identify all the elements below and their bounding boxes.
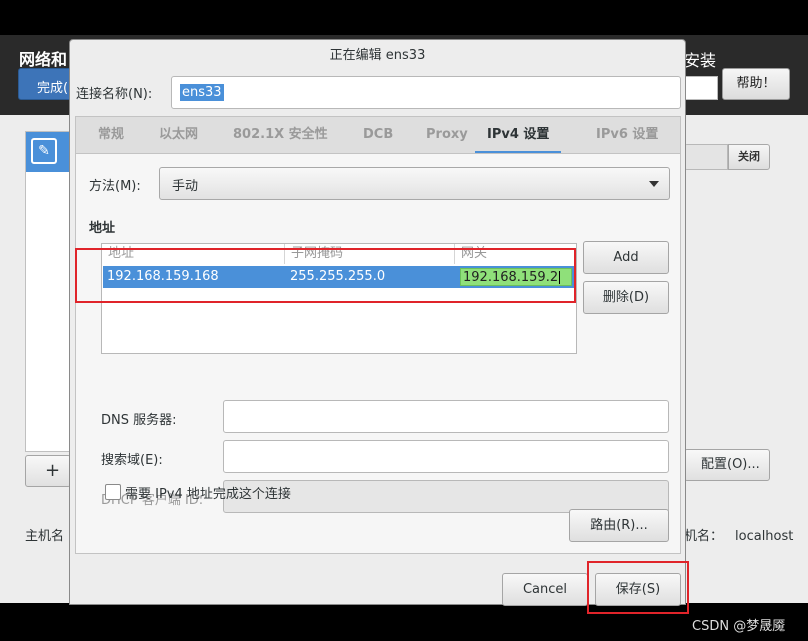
- installer-install-label: 安装: [684, 51, 717, 70]
- configure-button[interactable]: 配置(O)...: [684, 449, 770, 481]
- current-hostname: 机名： localhost: [684, 525, 793, 544]
- network-toggle-track[interactable]: [684, 144, 728, 170]
- ethernet-icon: ✎: [31, 138, 57, 164]
- settings-tabs: 常规 以太网 802.1X 安全性 DCB Proxy IPv4 设置 IPv6…: [75, 116, 681, 154]
- edit-connection-dialog: 正在编辑 ens33 连接名称(N): ens33 常规 以太网 802.1X …: [69, 39, 686, 606]
- dialog-title: 正在编辑 ens33: [329, 48, 426, 63]
- annotation-box-address-row: [75, 248, 576, 303]
- search-domains-label: 搜索域(E):: [101, 453, 163, 468]
- cancel-button[interactable]: Cancel: [502, 573, 588, 606]
- connection-name-label: 连接名称(N):: [76, 87, 153, 102]
- method-select[interactable]: 手动: [159, 167, 670, 200]
- network-device-list[interactable]: [25, 131, 71, 452]
- ipv4-settings-panel: 方法(M): 手动 地址 地址 子网掩码 网关 192.168.159.168 …: [75, 153, 681, 554]
- dns-servers-input[interactable]: [223, 400, 669, 433]
- dns-servers-label: DNS 服务器:: [101, 413, 177, 428]
- network-toggle[interactable]: 关闭: [728, 144, 770, 170]
- tab-ipv4-settings[interactable]: IPv4 设置: [475, 117, 562, 154]
- chevron-down-icon: [649, 181, 659, 187]
- require-ipv4-label[interactable]: 需要 IPv4 地址完成这个连接: [125, 483, 291, 502]
- method-value: 手动: [172, 179, 199, 194]
- help-button[interactable]: 帮助！: [722, 68, 790, 100]
- current-hostname-label: 机名：: [684, 529, 724, 544]
- delete-address-button[interactable]: 删除(D): [583, 281, 669, 314]
- installer-title: 网络和: [19, 50, 68, 69]
- current-hostname-value: localhost: [735, 529, 794, 544]
- tab-proxy[interactable]: Proxy: [426, 117, 468, 154]
- connection-name-input[interactable]: ens33: [171, 76, 681, 109]
- add-device-button[interactable]: +: [25, 455, 71, 487]
- method-label: 方法(M):: [89, 179, 141, 194]
- keyboard-layout-field[interactable]: [684, 76, 718, 100]
- tab-general[interactable]: 常规: [98, 117, 124, 154]
- tab-ethernet[interactable]: 以太网: [159, 117, 198, 154]
- search-domains-input[interactable]: [223, 440, 669, 473]
- routes-button[interactable]: 路由(R)...: [569, 509, 669, 542]
- watermark: CSDN @梦晟魇: [692, 619, 786, 634]
- connection-name-value: ens33: [180, 84, 224, 101]
- tab-ipv6-settings[interactable]: IPv6 设置: [596, 117, 658, 154]
- tab-dcb[interactable]: DCB: [363, 117, 393, 154]
- annotation-box-save-button: [587, 561, 689, 614]
- require-ipv4-checkbox[interactable]: [105, 484, 121, 500]
- hostname-label: 主机名: [25, 529, 65, 544]
- add-address-button[interactable]: Add: [583, 241, 669, 274]
- addresses-heading: 地址: [89, 221, 116, 236]
- tab-8021x-security[interactable]: 802.1X 安全性: [233, 117, 328, 154]
